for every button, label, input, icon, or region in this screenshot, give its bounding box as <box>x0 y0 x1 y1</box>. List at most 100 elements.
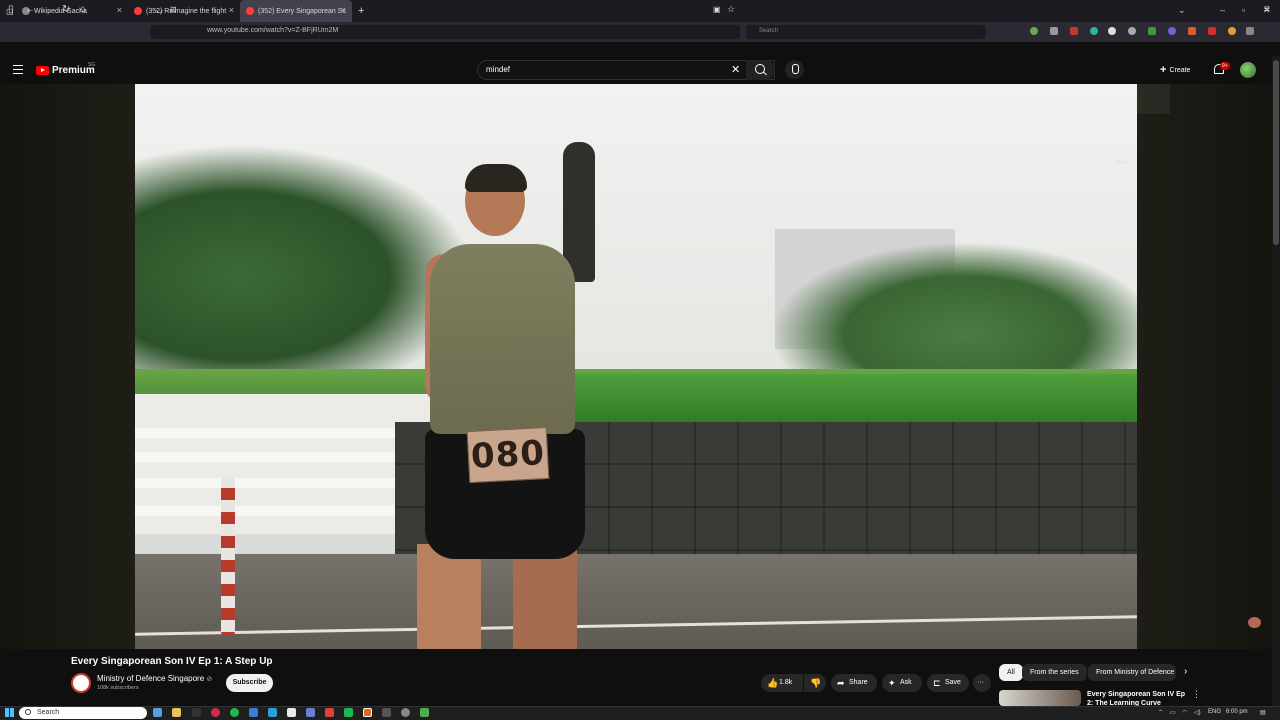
share-arrow-icon: ➦ <box>837 678 845 688</box>
chip-from-channel[interactable]: From Ministry of Defence <box>1088 664 1176 681</box>
extension-mascot-icon[interactable] <box>1248 617 1261 628</box>
list-all-tabs-icon[interactable]: ⌄ <box>1178 5 1186 16</box>
ask-button[interactable]: ✦ Ask <box>882 674 922 692</box>
firefox-icon[interactable] <box>363 708 372 717</box>
channel-avatar[interactable] <box>71 673 91 693</box>
runner-legs <box>417 544 577 649</box>
maximize-button[interactable]: ▫ <box>1242 5 1245 15</box>
extension-icon[interactable] <box>1148 27 1156 35</box>
reload-icon[interactable]: ↻ <box>62 4 70 15</box>
close-tab-icon[interactable]: × <box>117 6 122 15</box>
taskbar-app-icon[interactable] <box>325 708 334 717</box>
tab-title: Wikipedia Gacha <box>34 7 87 15</box>
spotify-icon[interactable] <box>230 708 239 717</box>
video-trees-left <box>135 144 475 384</box>
create-button[interactable]: + Create <box>1160 64 1190 76</box>
taskbar-app-icon[interactable] <box>401 708 410 717</box>
volume-icon[interactable]: ◁) <box>1194 709 1201 716</box>
subscribe-button[interactable]: Subscribe <box>226 674 273 692</box>
search-button[interactable] <box>746 60 775 80</box>
shield-icon[interactable]: ◡ <box>156 4 163 15</box>
extension-icon[interactable] <box>1108 27 1116 35</box>
browser-tab-strip: ▢ Wikipedia Gacha × (352) Relmagine the … <box>0 0 1280 22</box>
chip-all[interactable]: All <box>999 664 1023 681</box>
taskbar-app-icon[interactable] <box>420 708 429 717</box>
new-tab-button[interactable]: + <box>352 0 372 22</box>
lock-icon[interactable]: ⊡ <box>170 4 177 15</box>
picture-in-picture-icon[interactable]: ▣ <box>713 4 721 15</box>
sidebar-toggle-icon[interactable]: ▯ <box>8 4 14 15</box>
extensions-puzzle-icon[interactable] <box>1246 27 1254 35</box>
taskbar-app-icon[interactable] <box>192 708 201 717</box>
youtube-favicon-icon <box>246 7 254 15</box>
ask-label: Ask <box>900 679 912 686</box>
tab-every-singaporean-son[interactable]: (352) Every Singaporean Sc × <box>240 0 352 22</box>
chevron-right-icon[interactable]: › <box>1184 666 1187 677</box>
forward-icon[interactable]: → <box>43 4 53 15</box>
extension-icon[interactable] <box>1188 27 1196 35</box>
taskbar-app-icon[interactable] <box>306 708 315 717</box>
taskbar-app-icon[interactable] <box>211 708 220 717</box>
address-url[interactable]: www.youtube.com/watch?v=Z-BFjRUm2M <box>207 27 338 34</box>
channel-name[interactable]: Ministry of Defence Singapore ⊘ <box>97 674 212 683</box>
task-view-icon[interactable] <box>153 708 162 717</box>
language-indicator[interactable]: ENG <box>1208 709 1221 715</box>
video-hedge <box>565 374 1137 424</box>
video-title: Every Singaporean Son IV Ep 1: A Step Up <box>71 656 273 667</box>
account-avatar[interactable] <box>1240 62 1256 78</box>
notification-center-icon[interactable]: ▤ <box>1260 709 1266 716</box>
library-icon[interactable] <box>1050 27 1058 35</box>
more-actions-button[interactable]: ··· <box>973 674 991 692</box>
like-button[interactable]: 👍 1.8k <box>761 674 803 692</box>
save-label: Save <box>945 679 961 686</box>
bookmark-icon: ⊏ <box>933 678 941 688</box>
wifi-icon[interactable]: ◠ <box>1182 709 1187 716</box>
video-overlay-text: blood <box>1116 160 1129 166</box>
extension-icon[interactable] <box>1030 27 1038 35</box>
bookmark-star-icon[interactable]: ☆ <box>727 4 735 15</box>
clock[interactable]: 6:00 pm <box>1226 709 1248 715</box>
video-frame[interactable]: 080 <box>135 84 1137 649</box>
chip-from-series[interactable]: From the series <box>1022 664 1087 681</box>
ambient-glow-right <box>1137 84 1272 649</box>
voice-search-mic-icon[interactable] <box>785 60 804 79</box>
close-tab-icon[interactable]: × <box>229 6 234 15</box>
taskbar-app-icon[interactable] <box>268 708 277 717</box>
file-explorer-icon[interactable] <box>172 708 181 717</box>
close-tab-icon[interactable]: × <box>341 6 346 15</box>
network-icon[interactable]: ▭ <box>1170 709 1176 716</box>
browser-search-bar[interactable]: Search <box>746 25 986 39</box>
home-icon[interactable]: ⌂ <box>80 4 86 15</box>
windows-start-icon[interactable] <box>5 708 14 717</box>
menu-icon[interactable]: ≡ <box>1264 4 1270 15</box>
taskbar-app-icon[interactable] <box>287 708 296 717</box>
extension-icon[interactable] <box>1168 27 1176 35</box>
recommendation-thumbnail[interactable] <box>999 690 1081 706</box>
dislike-button[interactable]: 👎 <box>804 674 826 692</box>
taskbar-app-icon[interactable] <box>382 708 391 717</box>
clear-search-icon[interactable]: ✕ <box>731 63 740 76</box>
recommendation-menu-icon[interactable]: ⋮ <box>1192 689 1201 700</box>
extension-icon[interactable] <box>1070 27 1078 35</box>
hamburger-menu-icon[interactable] <box>13 65 23 74</box>
verified-check-icon: ⊘ <box>206 676 213 683</box>
taskbar-app-icon[interactable] <box>249 708 258 717</box>
taskbar-app-icon[interactable] <box>344 708 353 717</box>
share-button[interactable]: ➦ Share <box>831 674 877 692</box>
extension-icon[interactable] <box>1128 27 1136 35</box>
plaza-stripe <box>135 428 395 438</box>
back-icon[interactable]: ← <box>25 4 35 15</box>
youtube-logo-icon[interactable] <box>36 66 49 75</box>
youtube-search-input[interactable] <box>486 65 726 74</box>
recommendation-title[interactable]: Every Singaporean Son IV Ep 2: The Learn… <box>1087 690 1187 706</box>
scrollbar-thumb[interactable] <box>1273 60 1279 245</box>
taskbar-search-box[interactable]: Search <box>19 707 147 719</box>
extension-icon[interactable] <box>1228 27 1236 35</box>
extension-icon[interactable] <box>1090 27 1098 35</box>
minimize-button[interactable]: – <box>1220 5 1225 15</box>
tray-overflow-icon[interactable]: ⌃ <box>1158 709 1163 716</box>
save-button[interactable]: ⊏ Save <box>927 674 969 692</box>
tab-reimagine-flight[interactable]: (352) Relmagine the flight × <box>128 0 240 22</box>
extension-icon[interactable] <box>1208 27 1216 35</box>
plus-icon: + <box>1160 64 1167 76</box>
